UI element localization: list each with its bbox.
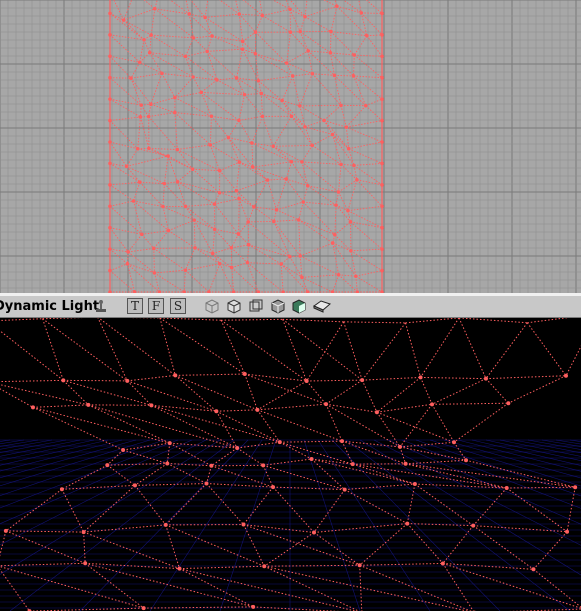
dynamic-light-view-icon[interactable] (312, 298, 331, 314)
top-viewport[interactable] (0, 0, 581, 293)
zone-view-icon[interactable] (226, 298, 242, 314)
perspective-viewport[interactable] (0, 318, 581, 611)
bsp-cuts-icon[interactable] (270, 298, 286, 314)
smooth-toggle[interactable]: S (170, 298, 186, 314)
topology-toggle[interactable]: T (127, 298, 143, 314)
texture-usage-icon[interactable] (248, 298, 264, 314)
floor-grid (0, 439, 581, 611)
perspective-viewport-canvas[interactable] (0, 318, 581, 611)
terrain-mesh-top (108, 0, 384, 293)
viewport-toolbar: Dynamic Light T F S (0, 296, 581, 318)
top-viewport-canvas[interactable] (0, 0, 581, 293)
terrain-mesh-perspective (0, 318, 581, 611)
flat-toggle[interactable]: F (148, 298, 164, 314)
wireframe-view-icon[interactable] (204, 298, 220, 314)
realtime-preview-icon[interactable] (93, 298, 109, 314)
render-mode-label: Dynamic Light (0, 299, 100, 314)
textured-view-icon[interactable] (291, 298, 307, 314)
top-grid (0, 0, 581, 293)
